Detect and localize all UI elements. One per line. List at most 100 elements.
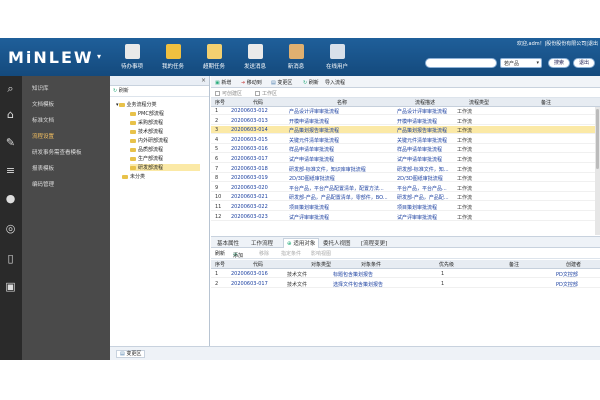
import-button[interactable]: 导入流程 (325, 79, 345, 86)
menu-item[interactable]: 研发事务需查看模板 (32, 148, 82, 156)
menu-item[interactable]: 文档模板 (32, 100, 54, 108)
table-row[interactable]: 1 20200603-012 产品设计评审审批流程 产品设计评审审批流程 工作流 (211, 107, 600, 115)
column-header[interactable]: 备注 (541, 99, 551, 106)
column-header[interactable]: 代码 (253, 99, 263, 106)
tab-delegate[interactable]: 委托人视图 (323, 239, 351, 247)
tab-change[interactable]: [流程变更] (361, 239, 387, 247)
remove-button[interactable]: 移除 (259, 250, 269, 257)
set-condition-button[interactable]: 指定条件 (281, 250, 301, 257)
column-header[interactable]: 备注 (509, 261, 519, 268)
tree-node[interactable]: 采购部流程 (130, 119, 163, 126)
column-header[interactable]: 名称 (337, 99, 347, 106)
product-select[interactable]: 若产品 ▾ (500, 58, 542, 68)
row-number: 1 (215, 271, 219, 277)
row-name: 关键元件清单审批流程 (289, 137, 340, 144)
users-icon (329, 44, 345, 59)
chat-icon[interactable]: ● (4, 192, 17, 205)
row-type: 工作流 (457, 176, 473, 183)
table-row[interactable]: 8 20200603-019 2D/3D图纸审批流程 2D/3D图纸审批流程 工作流 (211, 174, 600, 183)
edit-icon[interactable]: ✎ (4, 136, 17, 149)
overdue-task-button[interactable]: 超期任务 (194, 44, 234, 70)
radio-icon[interactable]: ◎ (4, 222, 17, 235)
card-icon[interactable]: ▣ (4, 280, 17, 293)
tree-node[interactable]: 内外研部流程 (130, 137, 168, 144)
workspace-checkbox[interactable]: 工作区 (255, 90, 277, 97)
tree-node[interactable]: 未分类 (122, 173, 145, 180)
tree-root[interactable]: ▾ 业务流程分类 (116, 101, 157, 108)
menu-item-active[interactable]: 流程设置 (32, 132, 54, 140)
row-number: 2 (215, 280, 219, 287)
row-name: 样品申请单审批流程 (289, 147, 335, 154)
table-scrollbar[interactable] (595, 107, 600, 235)
column-header[interactable]: 流程类型 (469, 99, 489, 106)
folder-icon (122, 174, 128, 179)
menu-item[interactable]: 报表模板 (32, 164, 54, 172)
table-row[interactable]: 2 20200603-013 开模申请审批流程 开模申请审批流程 工作流 (211, 117, 600, 125)
todo-button[interactable]: 待办事项 (112, 44, 152, 70)
table-row[interactable]: 10 20200603-021 研发部-产品，产品配置清单，零部件，BO... 研发部… (211, 193, 600, 202)
tree-node-selected[interactable]: 研发部流程 (130, 164, 200, 171)
column-header[interactable]: 对象条件 (361, 261, 381, 268)
row-description: 开模申请审批流程 (397, 118, 438, 125)
tab-basic[interactable]: 基本属性 (217, 239, 239, 247)
status-tab[interactable]: ▤ 变更区 (116, 350, 146, 358)
table-row[interactable]: 6 20200603-017 试产申请单审批流程 试产申请单审批流程 工作流 (211, 155, 600, 163)
column-header[interactable]: 创建者 (566, 261, 581, 268)
move-button[interactable]: ➜ 移动到 (241, 79, 262, 86)
column-header[interactable]: 对象类型 (311, 261, 331, 268)
table-row[interactable]: 11 20200603-022 项目策划审批流程 项目策划审批流程 工作流 (211, 203, 600, 211)
tab-workflow[interactable]: 工作流程 (251, 239, 273, 247)
row-name: 研发部-标准文件，知识库审批流程 (289, 166, 366, 173)
object-row[interactable]: 2 20200603-017 技术文件 选择文件包含策划报告 1 PD文控部 (211, 280, 600, 288)
tree-node[interactable]: 技术部流程 (130, 128, 163, 135)
my-task-button[interactable]: 我的任务 (153, 44, 193, 70)
close-icon[interactable]: × (201, 77, 206, 84)
send-message-button[interactable]: 发送消息 (235, 44, 275, 70)
row-type: 工作流 (457, 157, 473, 163)
column-header[interactable]: 优先级 (439, 261, 454, 268)
table-row[interactable]: 12 20200603-023 试产评审审批流程 试产评审审批流程 工作流 (211, 213, 600, 221)
logout-button[interactable]: 退出 (573, 58, 595, 68)
new-button[interactable]: ▣ 新增 (215, 79, 231, 86)
menu-item[interactable]: 标准文档 (32, 116, 54, 124)
object-row[interactable]: 1 20200603-016 技术文件 标题包含策划报告 1 PD文控部 (211, 270, 600, 278)
tree-refresh-label[interactable]: 刷新 (119, 88, 129, 94)
column-header[interactable]: 代码 (253, 261, 263, 268)
refresh-icon[interactable]: ↻ (113, 88, 117, 94)
menu-item[interactable]: 编码管理 (32, 180, 54, 188)
new-message-button[interactable]: 新消息 (276, 44, 316, 70)
column-header[interactable]: 序号 (215, 261, 225, 268)
menu-item[interactable]: 知识库 (32, 84, 49, 92)
table-row[interactable]: 3 20200603-014 产品策划报告审批流程 产品策划报告审批流程 工作流 (211, 126, 600, 135)
column-header[interactable]: 序号 (215, 99, 225, 106)
tree-node[interactable]: 生产部流程 (130, 155, 163, 162)
tree-node[interactable]: 品质部流程 (130, 146, 163, 153)
home-icon[interactable]: ⌂ (4, 108, 17, 121)
main-panel: ▣ 新增 ➜ 移动到 ▤ 变更区 ↻ 刷新 导入流程 可创建区 工作区 序号 代… (211, 76, 600, 360)
row-type: 工作流 (457, 137, 473, 144)
search-button[interactable]: 搜索 (548, 58, 570, 68)
tab-objects[interactable]: ⊕ 适用对象 (283, 238, 320, 248)
row-code: 20200603-015 (231, 136, 268, 143)
table-row[interactable]: 9 20200603-020 平台产品，平台产品配置清单，配置方法... 平台产品，平… (211, 184, 600, 192)
table-row[interactable]: 5 20200603-016 样品申请单审批流程 样品申请单审批流程 工作流 (211, 145, 600, 154)
database-icon[interactable]: ≡ (4, 164, 17, 177)
logo-dropdown-icon[interactable]: ▾ (97, 52, 101, 61)
folder-icon (130, 165, 136, 170)
search-icon[interactable]: ⌕ (4, 82, 17, 95)
table-row[interactable]: 7 20200603-018 研发部-标准文件，知识库审批流程 研发部-标准文件，知.… (211, 165, 600, 173)
online-users-button[interactable]: 在线用户 (317, 44, 357, 70)
sub-refresh-button[interactable]: 刷新 (215, 250, 225, 257)
move-icon: ➜ (241, 80, 246, 86)
row-type: 工作流 (457, 185, 473, 192)
impact-view-button[interactable]: 影响视图 (311, 250, 331, 257)
row-type: 工作流 (457, 128, 473, 135)
change-area-button[interactable]: ▤ 变更区 (271, 79, 292, 86)
column-header[interactable]: 流程描述 (415, 99, 435, 106)
book-icon[interactable]: ▯ (4, 252, 17, 265)
refresh-button[interactable]: ↻ 刷新 (303, 79, 319, 86)
tree-node[interactable]: PMC部流程 (130, 110, 164, 117)
creatable-checkbox[interactable]: 可创建区 (215, 90, 242, 97)
table-row[interactable]: 4 20200603-015 关键元件清单审批流程 关键元件清单审批流程 工作流 (211, 136, 600, 144)
search-input[interactable] (425, 58, 497, 68)
